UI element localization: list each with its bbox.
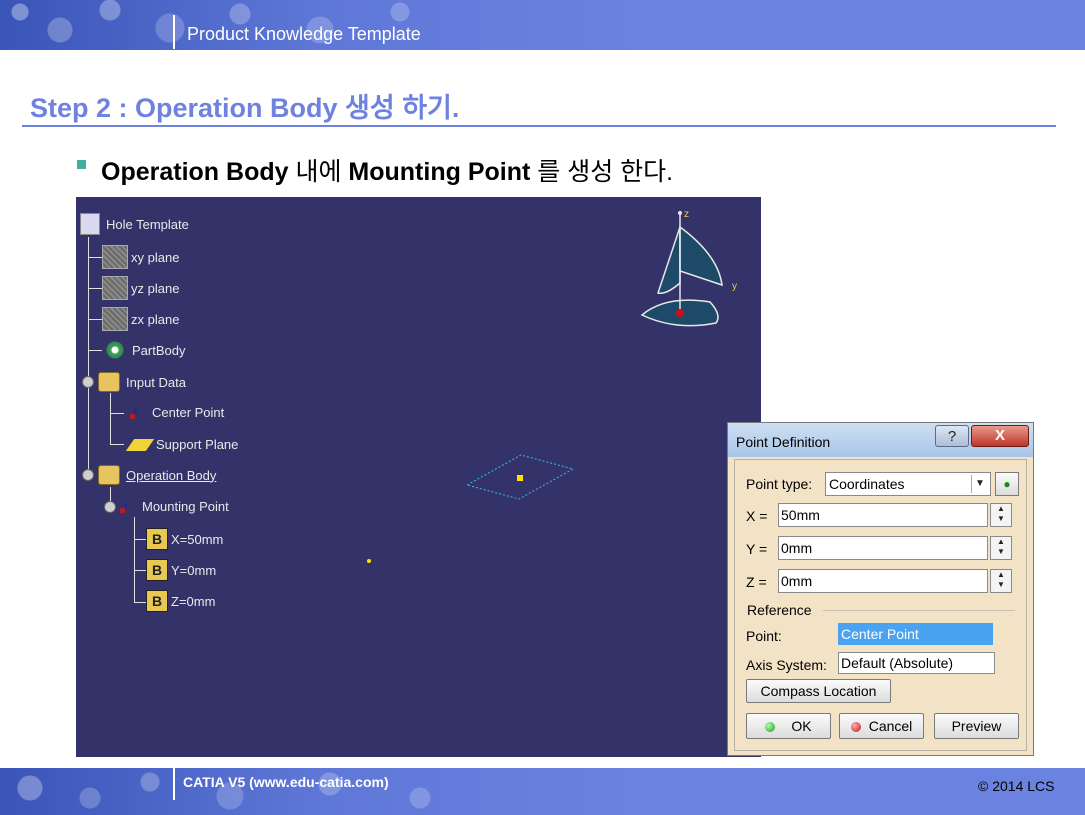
help-button[interactable]: ?: [935, 425, 969, 447]
header-title: Product Knowledge Template: [187, 24, 421, 44]
point-type-select[interactable]: Coordinates ▼: [825, 472, 991, 496]
bullet-mid: 내에: [288, 158, 349, 186]
footer-left-text: CATIA V5 (www.edu-catia.com): [183, 774, 389, 790]
bullet-bold-mounting-point: Mounting Point: [348, 158, 531, 186]
x-field[interactable]: 50mm: [778, 503, 988, 527]
point-type-options-button[interactable]: ●: [995, 472, 1019, 496]
bullet-icon: [77, 160, 86, 169]
reference-label: Reference: [747, 602, 812, 618]
footer-bar: CATIA V5 (www.edu-catia.com) © 2014 LCS: [0, 768, 1085, 815]
bullet-end: 를 생성 한다.: [530, 158, 674, 186]
reference-divider: [823, 610, 1015, 611]
cancel-button[interactable]: Cancel: [839, 713, 924, 739]
compass-y-label: y: [732, 281, 737, 292]
x-stepper[interactable]: ▲ ▼: [990, 503, 1012, 527]
y-field[interactable]: 0mm: [778, 536, 988, 560]
cancel-icon: [850, 722, 861, 733]
point-type-label: Point type:: [746, 476, 813, 492]
header-divider: [173, 15, 175, 49]
step-title: Step 2 : Operation Body 생성 하기.: [30, 93, 460, 123]
mounting-point-marker: [517, 475, 523, 481]
z-field[interactable]: 0mm: [778, 569, 988, 593]
point-options-icon: ●: [1003, 477, 1011, 491]
preview-button[interactable]: Preview: [934, 713, 1019, 739]
y-stepper[interactable]: ▲ ▼: [990, 536, 1012, 560]
viewport-geometry: z y: [367, 209, 737, 563]
compass-location-button[interactable]: Compass Location: [746, 679, 891, 703]
point-type-value: Coordinates: [829, 476, 905, 492]
chevron-down-icon[interactable]: ▼: [971, 475, 988, 493]
z-stepper[interactable]: ▲ ▼: [990, 569, 1012, 593]
dialog-title: Point Definition: [736, 434, 831, 450]
z-label: Z =: [746, 574, 767, 590]
dialog-title-bar[interactable]: Point Definition ? X: [728, 423, 1033, 457]
header-bar: Product Knowledge Template: [0, 0, 1085, 50]
bullet-bold-operation-body: Operation Body: [101, 158, 289, 186]
compass-widget: [640, 211, 723, 327]
bullet-text: Operation Body 내에 Mounting Point 를 생성 한다…: [101, 152, 673, 188]
ok-icon: [765, 722, 776, 733]
footer-copyright: © 2014 LCS: [978, 778, 1055, 794]
close-button[interactable]: X: [971, 425, 1029, 447]
reference-point-field[interactable]: Center Point: [838, 623, 993, 645]
point-label: Point:: [746, 628, 782, 644]
ok-button[interactable]: OK: [746, 713, 831, 739]
step-title-rule: [22, 125, 1056, 127]
y-label: Y =: [746, 541, 768, 557]
axis-system-label: Axis System:: [746, 657, 827, 673]
footer-divider: [173, 768, 175, 800]
catia-viewport[interactable]: Hole Template xy plane yz plane zx plane…: [76, 197, 761, 757]
point-definition-dialog[interactable]: Point Definition ? X Point type: Coordin…: [727, 422, 1034, 756]
compass-z-label: z: [684, 209, 689, 220]
axis-system-field[interactable]: Default (Absolute): [838, 652, 995, 674]
center-point-marker: [367, 559, 371, 563]
x-label: X =: [746, 508, 768, 524]
